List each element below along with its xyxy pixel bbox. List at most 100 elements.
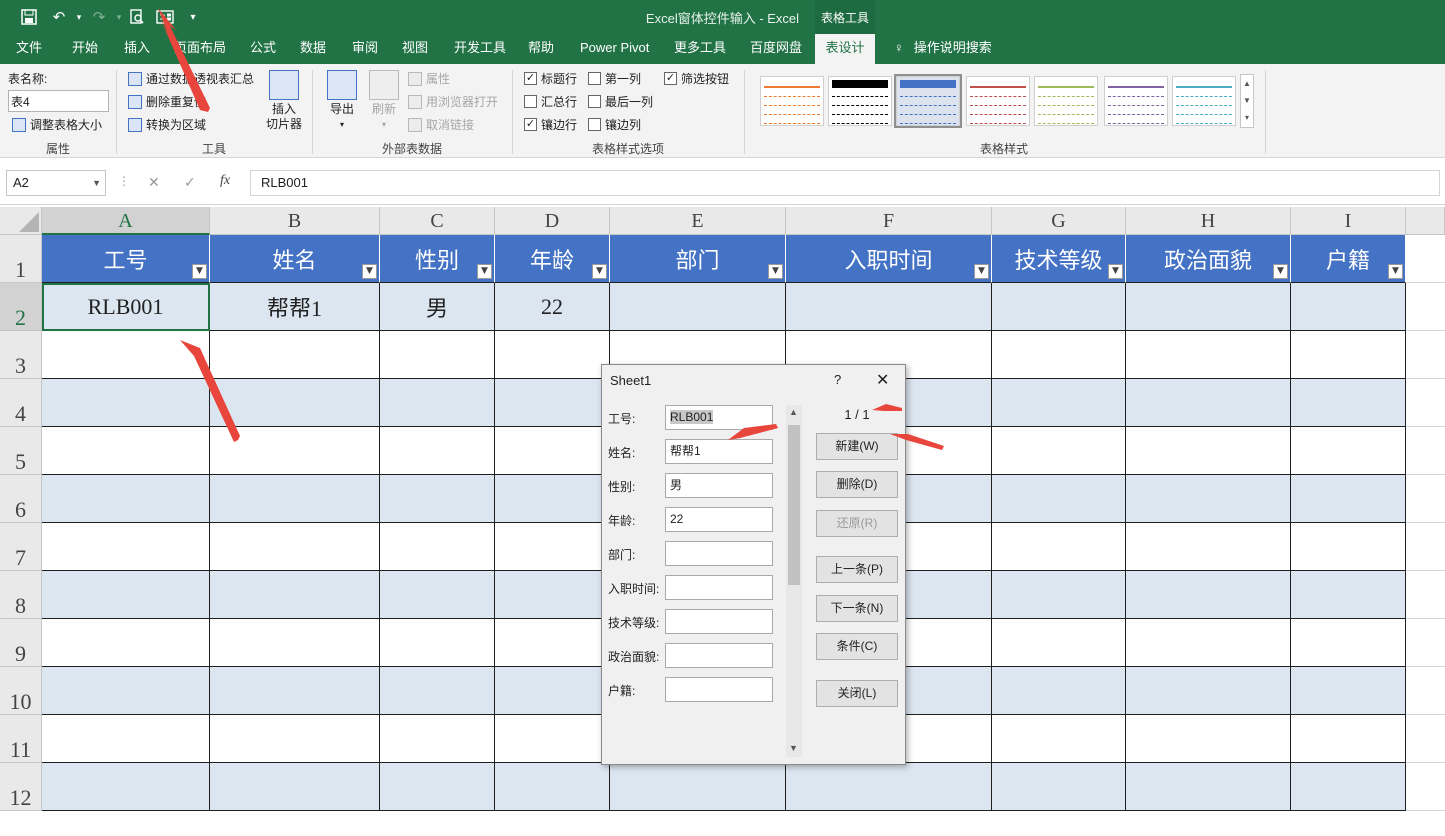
- table-cell[interactable]: [1406, 283, 1445, 331]
- table-cell[interactable]: [42, 523, 210, 571]
- table-cell[interactable]: [1291, 475, 1406, 523]
- column-header[interactable]: I: [1291, 207, 1406, 235]
- table-cell[interactable]: [495, 619, 610, 667]
- table-header-cell[interactable]: 年龄 ▼: [495, 235, 610, 283]
- name-box[interactable]: A2 ▼: [6, 170, 106, 196]
- restore-button[interactable]: 还原(R): [816, 510, 898, 537]
- table-cell[interactable]: [42, 763, 210, 811]
- gallery-down-icon[interactable]: ▼: [1241, 92, 1253, 109]
- field-input[interactable]: 男: [665, 473, 773, 498]
- table-cell[interactable]: [1406, 427, 1445, 475]
- cancel-icon[interactable]: ✕: [148, 174, 160, 191]
- table-header-cell[interactable]: 性别 ▼: [380, 235, 495, 283]
- field-input[interactable]: [665, 575, 773, 600]
- row-header[interactable]: 7: [0, 523, 42, 571]
- help-icon[interactable]: ?: [834, 372, 841, 387]
- table-cell[interactable]: [1406, 619, 1445, 667]
- criteria-button[interactable]: 条件(C): [816, 633, 898, 660]
- table-cell[interactable]: [1126, 283, 1291, 331]
- column-header[interactable]: D: [495, 207, 610, 235]
- properties-button[interactable]: 属性: [408, 70, 450, 87]
- header-row-option[interactable]: ✓ 标题行: [524, 70, 577, 87]
- table-cell[interactable]: [610, 283, 786, 331]
- table-cell[interactable]: [992, 283, 1126, 331]
- table-cell[interactable]: [210, 331, 380, 379]
- gallery-up-icon[interactable]: ▲: [1241, 75, 1253, 92]
- table-cell[interactable]: [1406, 763, 1445, 811]
- table-cell[interactable]: [42, 331, 210, 379]
- tab-formulas[interactable]: 公式: [244, 34, 282, 64]
- table-cell[interactable]: [42, 619, 210, 667]
- column-header[interactable]: E: [610, 207, 786, 235]
- table-cell[interactable]: [992, 763, 1126, 811]
- table-name-input[interactable]: 表4: [8, 90, 109, 112]
- row-header[interactable]: 3: [0, 331, 42, 379]
- table-style-swatch[interactable]: [894, 74, 962, 128]
- table-cell[interactable]: [380, 715, 495, 763]
- table-cell[interactable]: [1126, 331, 1291, 379]
- table-cell[interactable]: [495, 571, 610, 619]
- table-style-swatch[interactable]: [760, 76, 824, 126]
- insert-function-icon[interactable]: fx: [220, 173, 230, 189]
- banded-columns-option[interactable]: 镶边列: [588, 116, 641, 133]
- delete-button[interactable]: 删除(D): [816, 471, 898, 498]
- table-cell[interactable]: [992, 715, 1126, 763]
- table-cell[interactable]: [610, 763, 786, 811]
- table-header-cell[interactable]: 入职时间 ▼: [786, 235, 992, 283]
- table-style-swatch[interactable]: [1104, 76, 1168, 126]
- filter-dropdown-icon[interactable]: ▼: [192, 264, 207, 279]
- tab-search[interactable]: ♀ 操作说明搜索: [888, 34, 998, 64]
- table-cell[interactable]: [1291, 331, 1406, 379]
- table-style-swatch[interactable]: [966, 76, 1030, 126]
- table-cell[interactable]: [992, 379, 1126, 427]
- table-cell[interactable]: [210, 379, 380, 427]
- field-input[interactable]: 22: [665, 507, 773, 532]
- tab-home[interactable]: 开始: [66, 34, 104, 64]
- table-cell[interactable]: [992, 571, 1126, 619]
- table-header-cell[interactable]: 部门 ▼: [610, 235, 786, 283]
- convert-to-range-button[interactable]: 转换为区域: [128, 116, 206, 133]
- table-cell[interactable]: [786, 283, 992, 331]
- table-cell[interactable]: [210, 523, 380, 571]
- table-cell[interactable]: [1291, 283, 1406, 331]
- table-style-swatch[interactable]: [1034, 76, 1098, 126]
- table-cell[interactable]: [1291, 427, 1406, 475]
- banded-rows-option[interactable]: ✓ 镶边行: [524, 116, 577, 133]
- close-button[interactable]: 关闭(L): [816, 680, 898, 707]
- table-header-cell[interactable]: 姓名 ▼: [210, 235, 380, 283]
- row-header[interactable]: 2: [0, 283, 42, 331]
- table-cell[interactable]: [42, 475, 210, 523]
- filter-dropdown-icon[interactable]: ▼: [362, 264, 377, 279]
- table-cell[interactable]: [1406, 331, 1445, 379]
- table-header-cell[interactable]: 户籍 ▼: [1291, 235, 1406, 283]
- column-header[interactable]: H: [1126, 207, 1291, 235]
- tab-help[interactable]: 帮助: [522, 34, 560, 64]
- table-cell[interactable]: [1126, 427, 1291, 475]
- tab-view[interactable]: 视图: [396, 34, 434, 64]
- row-header[interactable]: 4: [0, 379, 42, 427]
- scroll-down-icon[interactable]: ▼: [789, 743, 798, 753]
- table-cell[interactable]: [1291, 667, 1406, 715]
- table-cell[interactable]: [380, 571, 495, 619]
- table-cell[interactable]: [1126, 619, 1291, 667]
- table-cell[interactable]: [1291, 763, 1406, 811]
- table-cell[interactable]: [495, 427, 610, 475]
- table-cell[interactable]: [1291, 715, 1406, 763]
- tab-baidu-netdisk[interactable]: 百度网盘: [744, 34, 808, 64]
- dialog-scrollbar[interactable]: ▲ ▼: [786, 405, 802, 757]
- table-cell[interactable]: [1126, 715, 1291, 763]
- table-cell[interactable]: [210, 667, 380, 715]
- column-header[interactable]: B: [210, 207, 380, 235]
- table-cell[interactable]: [1406, 715, 1445, 763]
- table-cell[interactable]: [1126, 571, 1291, 619]
- filter-dropdown-icon[interactable]: ▼: [974, 264, 989, 279]
- gallery-more-icon[interactable]: ▾: [1241, 109, 1253, 126]
- tab-more-tools[interactable]: 更多工具: [668, 34, 732, 64]
- tab-insert[interactable]: 插入: [118, 34, 156, 64]
- close-icon[interactable]: ✕: [876, 370, 889, 390]
- table-cell[interactable]: [1406, 667, 1445, 715]
- table-cell[interactable]: [1126, 475, 1291, 523]
- gallery-scroll[interactable]: ▲ ▼ ▾: [1240, 74, 1254, 128]
- scroll-thumb[interactable]: [788, 425, 800, 585]
- table-cell[interactable]: [42, 571, 210, 619]
